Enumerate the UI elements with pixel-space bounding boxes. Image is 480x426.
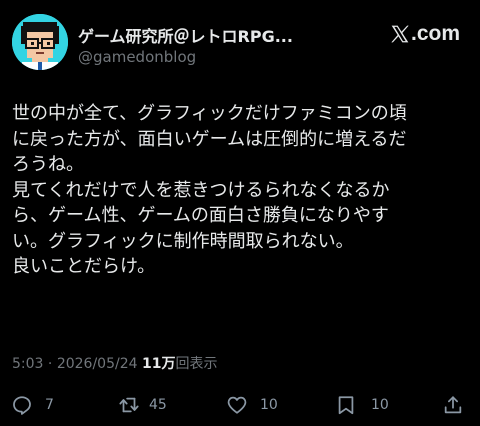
tweet-time[interactable]: 5:03	[12, 356, 43, 372]
tweet-text-line: 見てくれだけで人を惹きつけるられなくなるか	[12, 179, 390, 201]
reply-icon	[13, 396, 31, 415]
retweet-count: 45	[149, 397, 167, 413]
tweet-text-line: 世の中が全て、グラフィックだけファミコンの頃	[12, 103, 407, 124]
tweet-text-line: ら、ゲーム性、ゲームの面白さ勝負になりやす	[12, 205, 389, 226]
source-domain-label: .com	[410, 22, 460, 45]
bookmark-button[interactable]: 10	[335, 392, 389, 418]
tweet-text-line: 良いことだらけ。	[12, 256, 156, 277]
views-count: 11万	[141, 356, 176, 372]
tweet-text-line: い。グラフィックに制作時間取られない。	[12, 230, 354, 252]
tweet-header: ゲーム研究所＠レトロRPG... @gamedonblog .com	[12, 14, 468, 72]
bookmark-icon	[338, 396, 354, 415]
heart-icon	[227, 396, 247, 414]
like-count: 10	[260, 397, 278, 413]
bookmark-count: 10	[371, 397, 389, 413]
tweet-date[interactable]: 2026/05/24	[57, 356, 138, 372]
author-display-name[interactable]: ゲーム研究所＠レトロRPG...	[78, 23, 293, 47]
tweet-text: 世の中が全て、グラフィックだけファミコンの頃 に戻った方が、面白いゲームは圧倒的…	[12, 101, 472, 280]
reply-count: 7	[45, 397, 54, 413]
share-button[interactable]	[442, 392, 464, 418]
tweet-text-line: に戻った方が、面白いゲームは圧倒的に増えるだ	[12, 128, 407, 150]
author-handle[interactable]: @gamedonblog	[78, 48, 196, 66]
reply-button[interactable]: 7	[11, 392, 54, 418]
tweet-text-line: ろうね。	[12, 154, 84, 175]
like-button[interactable]: 10	[226, 392, 278, 418]
share-icon	[444, 396, 462, 414]
avatar-pixel-face-icon	[12, 14, 68, 70]
retweet-icon	[119, 397, 139, 413]
tweet-actions-bar: 7 45 10 10	[0, 392, 480, 418]
x-logo-icon	[391, 25, 409, 43]
x-com-logo[interactable]: .com	[390, 21, 460, 47]
avatar[interactable]	[12, 14, 68, 70]
tweet-meta: 5:03 · 2026/05/24 11万回表示	[12, 353, 217, 373]
views-label: 回表示	[175, 356, 218, 372]
retweet-button[interactable]: 45	[118, 392, 167, 418]
meta-separator: ·	[43, 356, 57, 372]
